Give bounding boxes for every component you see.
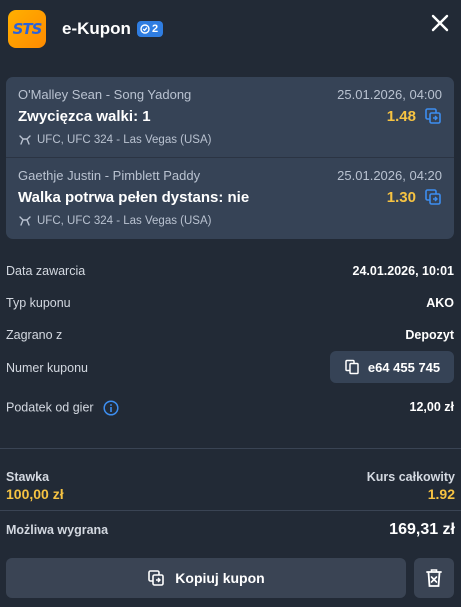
ticket-icon <box>140 24 150 34</box>
sts-logo: STS <box>8 10 46 48</box>
event-odds: 1.30 <box>386 189 416 206</box>
logo-text: STS <box>12 20 43 38</box>
header: STS e-Kupon 2 <box>0 0 461 60</box>
detail-row-type: Typ kuponu AKO <box>6 294 454 314</box>
close-button[interactable] <box>429 12 451 34</box>
detail-label: Numer kuponu <box>6 361 88 375</box>
event-selection: Zwycięzca walki: 1 <box>18 108 151 125</box>
detail-label: Data zawarcia <box>6 264 86 278</box>
event-selection: Walka potrwa pełen dystans: nie <box>18 189 250 206</box>
copy-coupon-icon <box>148 570 165 586</box>
tax-label: Podatek od gier <box>6 400 94 415</box>
mma-icon <box>19 135 31 145</box>
detail-value: Depozyt <box>405 328 454 342</box>
event-teams: Gaethje Justin - Pimblett Paddy <box>18 168 201 183</box>
event-league: UFC, UFC 324 - Las Vegas (USA) <box>18 134 211 146</box>
delete-coupon-button[interactable] <box>414 558 454 598</box>
copy-coupon-button[interactable]: Kopiuj kupon <box>6 558 406 598</box>
event-date: 25.01.2026, 04:00 <box>337 87 442 102</box>
bet-event[interactable]: O'Malley Sean - Song Yadong 25.01.2026, … <box>6 77 454 157</box>
page-title: e-Kupon <box>62 19 131 38</box>
total-odds-label: Kurs całkowity <box>366 470 455 484</box>
event-league: UFC, UFC 324 - Las Vegas (USA) <box>18 215 211 227</box>
detail-value: AKO <box>426 296 454 310</box>
trash-icon <box>426 569 442 587</box>
copy-coupon-number-button[interactable]: e64 455 745 <box>330 351 454 383</box>
detail-row-date: Data zawarcia 24.01.2026, 10:01 <box>6 262 454 282</box>
detail-value: 24.01.2026, 10:01 <box>352 264 454 278</box>
stake-value: 100,00 zł <box>6 486 64 502</box>
league-label: UFC, UFC 324 - Las Vegas (USA) <box>37 134 212 146</box>
detail-label: Zagrano z <box>6 328 63 342</box>
bet-builder-icon[interactable] <box>424 188 442 206</box>
detail-label: Podatek od gier <box>6 400 119 416</box>
event-date: 25.01.2026, 04:20 <box>337 168 442 183</box>
league-label: UFC, UFC 324 - Las Vegas (USA) <box>37 215 212 227</box>
close-icon <box>431 14 449 32</box>
bet-builder-icon[interactable] <box>424 107 442 125</box>
event-odds: 1.48 <box>386 108 416 125</box>
detail-row-tax: Podatek od gier 12,00 zł <box>6 398 454 418</box>
copy-icon <box>345 359 359 375</box>
info-icon[interactable] <box>103 400 119 416</box>
coupon-number: e64 455 745 <box>367 359 441 375</box>
total-odds-value: 1.92 <box>427 486 455 502</box>
detail-row-source: Zagrano z Depozyt <box>6 326 454 346</box>
possible-win-value: 169,31 zł <box>389 521 455 538</box>
mma-icon <box>19 216 31 226</box>
divider <box>0 448 461 449</box>
copy-coupon-label: Kopiuj kupon <box>175 570 265 586</box>
bet-list: O'Malley Sean - Song Yadong 25.01.2026, … <box>6 77 454 239</box>
stake-label: Stawka <box>6 470 50 484</box>
detail-value: 12,00 zł <box>409 400 454 414</box>
bet-count-badge: 2 <box>137 21 164 37</box>
possible-win-label: Możliwa wygrana <box>6 523 109 537</box>
bet-event[interactable]: Gaethje Justin - Pimblett Paddy 25.01.20… <box>6 158 454 238</box>
divider <box>0 510 461 511</box>
event-teams: O'Malley Sean - Song Yadong <box>18 87 192 102</box>
detail-row-coupon: Numer kuponu e64 455 745 <box>6 351 454 383</box>
detail-label: Typ kuponu <box>6 296 71 310</box>
bet-count: 2 <box>152 23 159 35</box>
